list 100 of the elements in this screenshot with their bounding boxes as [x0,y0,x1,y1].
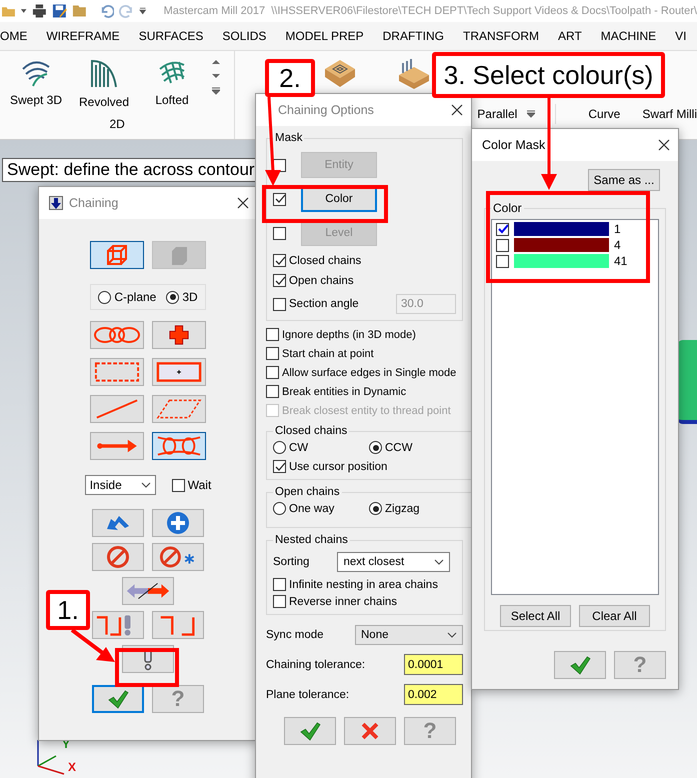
radio-button[interactable]: CW [273,441,369,454]
chain-method-button[interactable] [90,432,144,460]
list-button[interactable]: Clear All [579,605,650,627]
ok-button[interactable] [284,717,336,745]
color-number: 4 [614,238,621,252]
checkbox[interactable]: Use cursor position [273,460,465,473]
group-label: Open chains [274,486,341,498]
ok-button[interactable] [92,685,144,713]
prohibited-icon [106,545,130,569]
swap-arrows-icon [125,581,171,601]
undo-icon[interactable] [100,3,114,19]
same-as-button[interactable]: Same as ... [588,169,660,191]
radio-button[interactable]: CCW [369,441,465,454]
ribbon-tab[interactable]: SURFACES [138,29,204,43]
checkbox[interactable] [496,238,509,252]
checkbox[interactable]: Reverse inner chains [273,595,456,608]
mode-button[interactable] [90,241,144,269]
scroll-up-icon[interactable] [212,59,220,65]
printer-icon[interactable] [32,3,48,19]
ribbon-tab[interactable]: DRAFTING [382,29,444,43]
dialog-title: Chaining Options [278,103,375,117]
wireframe-cube-icon [105,243,129,267]
line-icon [94,398,140,420]
ribbon-tab[interactable]: OME [0,29,28,43]
ribbon-button[interactable]: Swept 3D [2,55,70,109]
ok-button[interactable] [554,651,606,679]
chain-method-button[interactable] [90,358,144,386]
checkbox[interactable]: Section angle [273,298,359,310]
ribbon-button[interactable]: Lofted [138,55,206,109]
group-label: Closed chains [274,425,348,437]
dropdown-caret-icon[interactable] [20,8,28,14]
dashed-rectangle-icon [94,361,140,383]
wait-checkbox[interactable]: Wait [172,478,212,492]
close-icon[interactable] [237,197,249,209]
ribbon-tab[interactable]: MACHINE [600,29,656,43]
close-icon[interactable] [451,104,463,116]
chain-method-button[interactable] [152,432,206,460]
checkbox[interactable]: Open chains [273,274,456,287]
ribbon-button[interactable]: Curve [588,107,620,121]
close-icon[interactable] [658,139,670,151]
field-label: Chaining tolerance: [266,658,366,670]
checkmark-icon [498,224,508,234]
ribbon-tab[interactable]: ART [558,29,582,43]
checkbox[interactable]: Start chain at point [266,347,463,360]
chain-method-button[interactable] [152,321,206,349]
window-title: Mastercam Mill 2017 \\IHSSERVER06\Filestore\TECH DEPT\Tech Support Videos & Docs\Toolpath - Router\ [164,5,697,17]
list-button[interactable]: Select All [500,605,571,627]
ribbon-tab[interactable]: VI [675,29,686,43]
step-callout: 1. [46,590,90,630]
ribbon-tab[interactable]: TRANSFORM [462,29,539,43]
tool-button[interactable] [122,577,174,605]
radio-button[interactable]: One way [273,502,369,515]
tolerance-field[interactable]: 0.0001 [404,654,463,675]
ribbon-tab[interactable]: WIREFRAME [46,29,120,43]
cancel-button[interactable] [344,717,396,745]
ribbon-button[interactable]: Revolved [70,55,138,111]
radio-button[interactable]: Zigzag [369,502,465,515]
expand-icon[interactable] [212,87,220,95]
checkbox[interactable]: Allow surface edges in Single mode [266,366,463,379]
save-icon[interactable] [52,3,67,19]
tool-button[interactable] [92,611,144,639]
scroll-down-icon[interactable] [212,73,220,79]
stock-block-icon[interactable] [397,57,432,91]
dropdown-caret-icon[interactable] [139,7,147,15]
ribbon-tab[interactable]: MODEL PREP [285,29,364,43]
tool-button[interactable] [152,509,204,537]
radio-button[interactable]: C-plane [98,290,156,304]
back-arrow-icon [105,513,131,533]
chain-method-button[interactable] [152,358,206,386]
checkbox[interactable]: Closed chains [273,254,456,267]
sorting-dropdown[interactable]: next closest [337,552,450,572]
chain-method-button[interactable] [90,395,144,423]
ribbon-button[interactable]: Parallel [477,107,518,121]
ribbon-button[interactable]: Swarf Milli [642,107,697,121]
checkbox[interactable] [496,254,509,268]
dialog-title: Chaining [69,196,120,210]
filter-dropdown[interactable]: Inside [84,475,156,495]
checkbox[interactable]: Break entities in Dynamic [266,385,463,398]
chain-method-button[interactable] [152,395,206,423]
checkbox[interactable]: Infinite nesting in area chains [273,578,456,591]
ribbon-tab[interactable]: SOLIDS [222,29,266,43]
checkbox[interactable] [273,192,286,206]
cross-icon [359,720,381,742]
axis-label: X [68,760,76,774]
color-number: 41 [614,254,628,268]
dashed-parallelogram-icon [156,398,202,420]
chain-method-button[interactable] [90,321,144,349]
tool-button[interactable] [152,611,204,639]
tool-button[interactable] [92,509,144,537]
sync-mode-dropdown[interactable]: None [355,625,463,645]
revolved-surface-icon [89,57,119,89]
checkbox[interactable]: Ignore depths (in 3D mode) [266,328,463,341]
tool-button[interactable] [92,543,144,571]
checkmark-icon [274,194,284,204]
tolerance-field[interactable]: 0.002 [404,684,463,705]
expand-icon[interactable] [527,110,536,118]
tool-button[interactable] [152,543,204,571]
checkbox[interactable] [496,222,509,236]
radio-button[interactable]: 3D [166,290,198,304]
dropdown-caret-icon [140,482,151,488]
